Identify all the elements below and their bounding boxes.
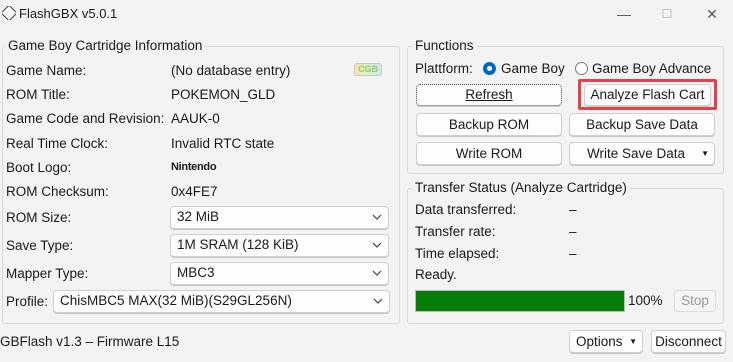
- profile-selected: ChisMBC5 MAX(32 MiB)(S29GL256N): [60, 293, 292, 308]
- save-type-selected: 1M SRAM (128 KiB): [177, 237, 299, 252]
- chevron-down-icon: [373, 298, 383, 304]
- stop-button-label: Stop: [681, 293, 709, 308]
- cgb-badge: CGB: [354, 63, 382, 76]
- device-info: GBFlash v1.3 – Firmware L15: [0, 334, 180, 349]
- chevron-down-icon: [372, 270, 382, 276]
- disconnect-button[interactable]: Disconnect: [651, 330, 726, 353]
- mapper-type-selected: MBC3: [177, 265, 215, 280]
- rom-checksum-label: ROM Checksum:: [6, 184, 109, 199]
- data-transferred-label: Data transferred:: [415, 202, 517, 217]
- dropdown-arrow-icon: ▼: [629, 337, 637, 346]
- transfer-status-title: Transfer Status (Analyze Cartridge): [412, 180, 630, 195]
- refresh-button-label: Refresh: [465, 87, 513, 102]
- progress-fill: [416, 291, 624, 311]
- backup-save-button[interactable]: Backup Save Data: [569, 113, 715, 136]
- boot-logo-value: Nintendo: [171, 161, 217, 173]
- game-name-value: (No database entry): [171, 63, 291, 78]
- rom-checksum-value: 0x4FE7: [171, 184, 218, 199]
- options-label: Options: [576, 334, 623, 349]
- options-button[interactable]: Options ▼: [569, 330, 643, 353]
- chevron-down-icon: [372, 242, 382, 248]
- transfer-rate-label: Transfer rate:: [415, 224, 496, 239]
- game-code-value: AAUK-0: [171, 111, 220, 126]
- radio-game-boy[interactable]: [483, 62, 496, 75]
- chevron-down-icon: [372, 214, 382, 220]
- profile-select[interactable]: ChisMBC5 MAX(32 MiB)(S29GL256N): [53, 290, 390, 313]
- save-type-label: Save Type:: [6, 238, 74, 253]
- mapper-type-select[interactable]: MBC3: [170, 262, 389, 285]
- rtc-value: Invalid RTC state: [171, 136, 275, 151]
- cart-info-title: Game Boy Cartridge Information: [5, 38, 206, 53]
- progress-percent: 100%: [628, 293, 663, 308]
- write-rom-button[interactable]: Write ROM: [416, 142, 562, 165]
- app-icon: [2, 6, 16, 20]
- rom-title-value: POKEMON_GLD: [171, 87, 276, 102]
- stop-button[interactable]: Stop: [674, 290, 716, 312]
- rom-size-select[interactable]: 32 MiB: [170, 206, 389, 229]
- mapper-type-label: Mapper Type:: [6, 266, 89, 281]
- write-rom-label: Write ROM: [455, 146, 523, 161]
- game-code-label: Game Code and Revision:: [6, 111, 165, 126]
- transfer-status-text: Ready.: [415, 267, 457, 282]
- radio-game-boy-label[interactable]: Game Boy: [501, 61, 565, 76]
- rom-title-label: ROM Title:: [6, 87, 70, 102]
- progress-bar: [415, 290, 625, 312]
- highlight-box: [578, 79, 717, 110]
- window-title: FlashGBX v5.0.1: [19, 6, 118, 21]
- disconnect-label: Disconnect: [655, 334, 722, 349]
- platform-label: Plattform:: [415, 61, 473, 76]
- time-elapsed-label: Time elapsed:: [415, 246, 500, 261]
- boot-logo-label: Boot Logo:: [6, 160, 72, 175]
- radio-game-boy-advance-label[interactable]: Game Boy Advance: [592, 61, 711, 76]
- rom-size-label: ROM Size:: [6, 210, 72, 225]
- data-transferred-value: –: [569, 202, 577, 217]
- refresh-button[interactable]: Refresh: [416, 84, 562, 106]
- dropdown-arrow-icon: ▼: [701, 149, 709, 158]
- transfer-rate-value: –: [569, 224, 577, 239]
- write-save-label: Write Save Data: [587, 146, 686, 161]
- backup-rom-label: Backup ROM: [448, 117, 530, 132]
- save-type-select[interactable]: 1M SRAM (128 KiB): [170, 234, 389, 257]
- maximize-icon[interactable]: ☐: [654, 4, 680, 24]
- backup-save-label: Backup Save Data: [586, 117, 698, 132]
- rom-size-selected: 32 MiB: [177, 209, 220, 224]
- profile-label: Profile:: [6, 294, 49, 309]
- write-save-button[interactable]: Write Save Data ▼: [569, 142, 715, 165]
- game-name-label: Game Name:: [6, 63, 87, 78]
- close-icon[interactable]: ✕: [699, 4, 725, 24]
- minimize-icon[interactable]: —: [611, 4, 637, 24]
- functions-title: Functions: [412, 38, 477, 53]
- radio-game-boy-advance[interactable]: [575, 62, 588, 75]
- rtc-label: Real Time Clock:: [6, 136, 109, 151]
- backup-rom-button[interactable]: Backup ROM: [416, 113, 562, 136]
- time-elapsed-value: –: [569, 246, 577, 261]
